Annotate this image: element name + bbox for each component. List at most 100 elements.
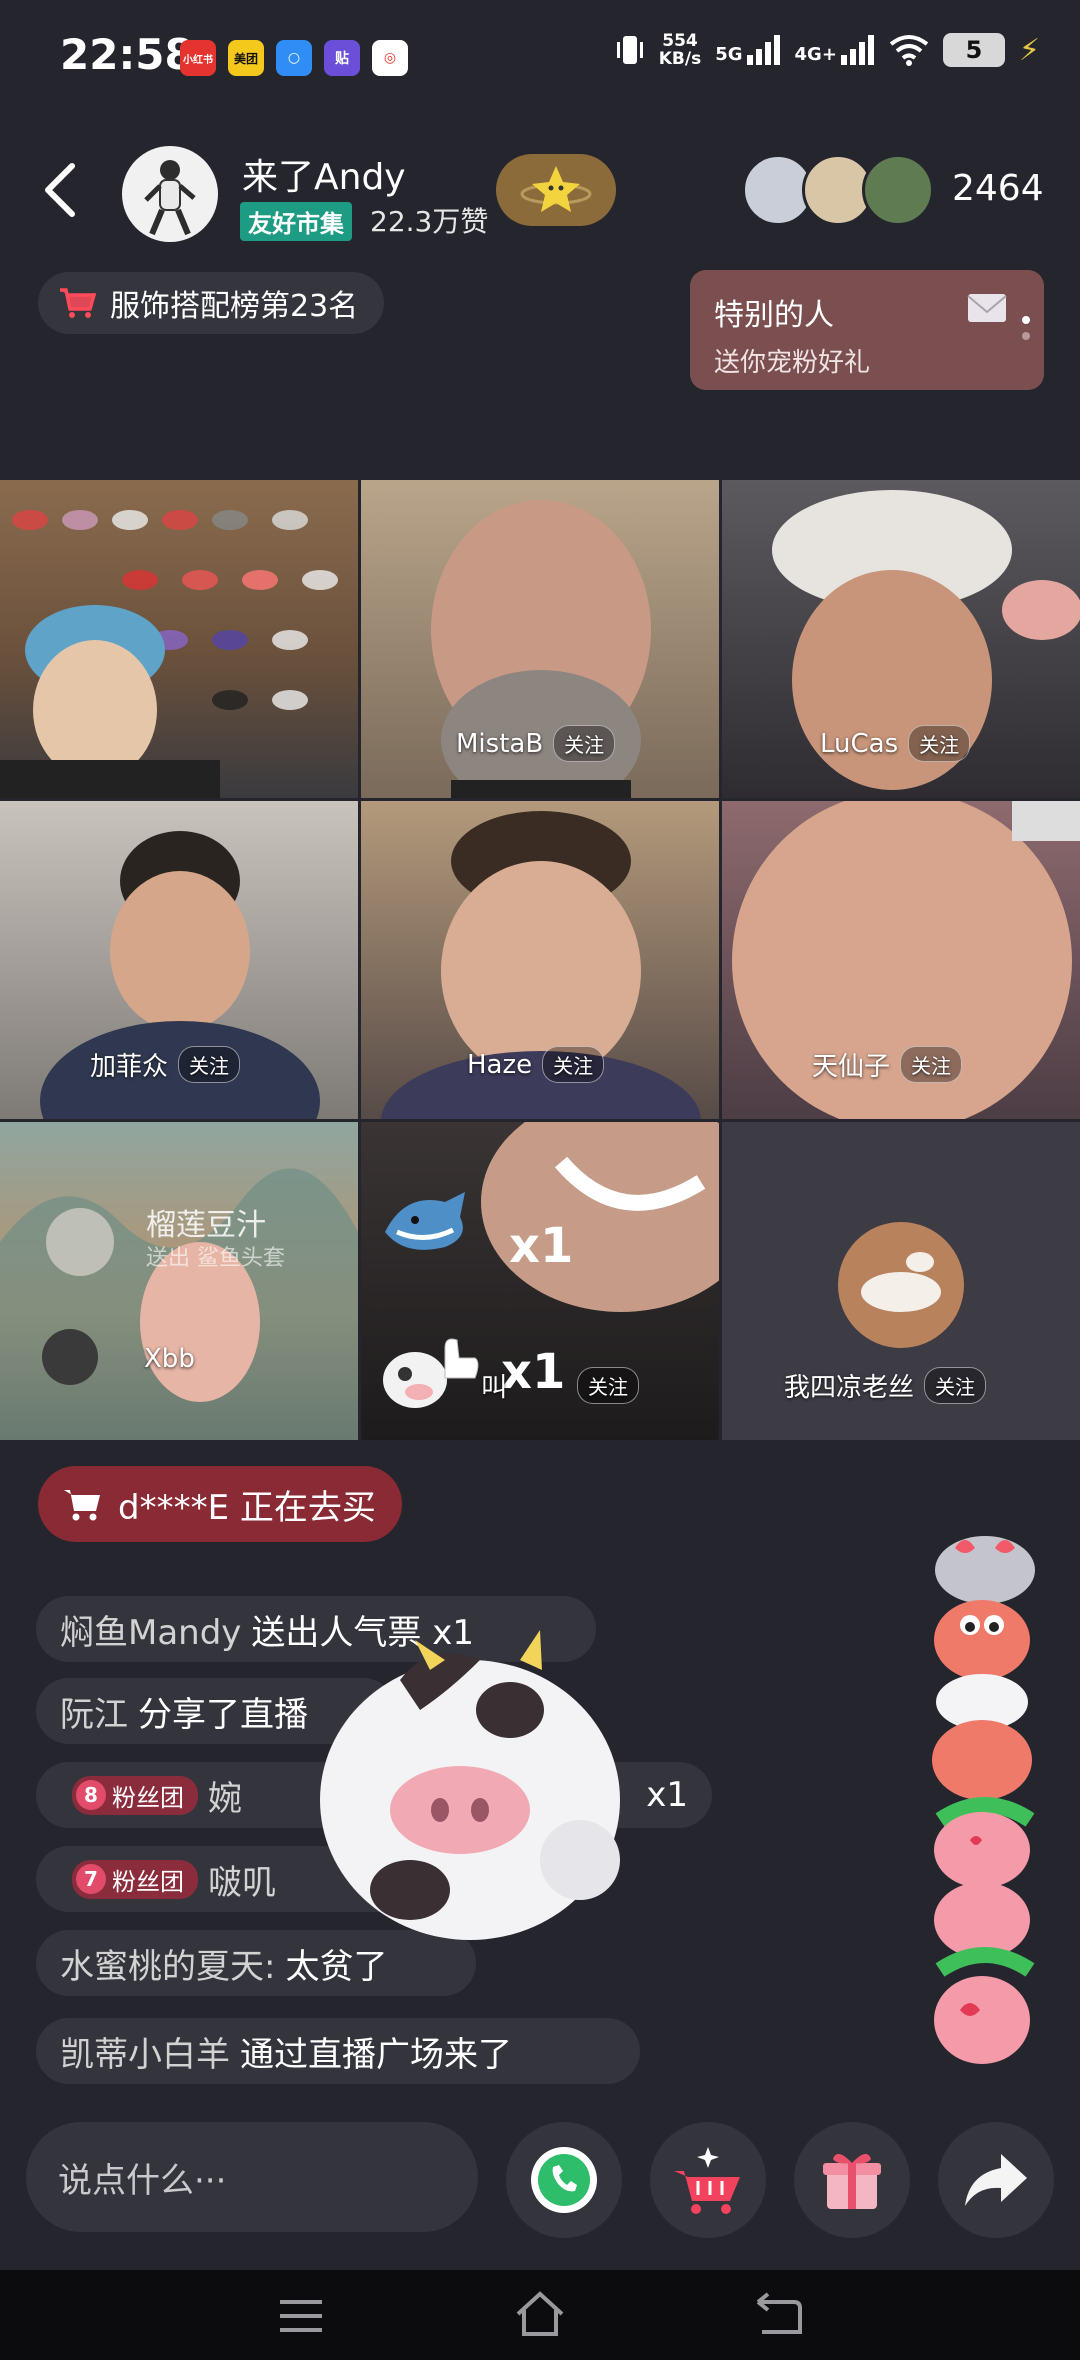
special-gift-card[interactable]: 特别的人 送你宠粉好礼 (690, 270, 1044, 390)
viewer-avatars[interactable] (742, 154, 942, 226)
gift-multiplier: x1 (509, 1218, 574, 1274)
system-navigation-bar (0, 2270, 1080, 2360)
chat-user: 焖鱼Mandy (60, 1612, 242, 1653)
guest-label: 加菲众 关注 (90, 1046, 241, 1083)
gift-box-icon (823, 2153, 881, 2209)
host-avatar[interactable] (122, 146, 218, 242)
follow-star-button[interactable] (496, 154, 616, 226)
home-icon[interactable] (512, 2290, 568, 2338)
fan-club-badge: 7 粉丝团 (72, 1859, 198, 1899)
chat-user: 凯蒂小白羊 (60, 2034, 230, 2075)
video-tile-tianxianzi[interactable]: 天仙子 关注 (722, 801, 1080, 1119)
follow-button[interactable]: 关注 (178, 1046, 241, 1083)
envelope-icon (967, 294, 1007, 322)
share-button[interactable] (938, 2122, 1054, 2238)
back-nav-icon[interactable] (754, 2292, 804, 2336)
special-card-subtitle: 送你宠粉好礼 (714, 348, 871, 378)
chat-suffix: x1 (646, 1775, 688, 1815)
video-tile-haze[interactable]: Haze 关注 (361, 801, 719, 1119)
cart-icon (60, 288, 96, 318)
buying-text: d****E 正在去买 (118, 1487, 376, 1528)
video-tile-jiafeizhong[interactable]: 加菲众 关注 (0, 801, 358, 1119)
chat-text: 通过直播广场来了 (240, 2034, 512, 2075)
shark-gift-icon (385, 1192, 465, 1250)
page-dot-active (1022, 316, 1030, 324)
signal-5g-icon: 5G (715, 35, 780, 65)
location-app-icon: ◎ (372, 40, 408, 76)
guest-name: Xbb (144, 1344, 195, 1374)
video-tile-lucas[interactable]: LuCas 关注 (722, 480, 1080, 798)
guest-name: Haze (467, 1049, 533, 1080)
phone-call-icon (531, 2147, 597, 2213)
guest-name: 天仙子 (812, 1052, 891, 1082)
shopping-cart-icon (64, 1490, 100, 1521)
follow-button[interactable]: 关注 (542, 1046, 605, 1083)
chat-user: 水蜜桃的夏天: (60, 1946, 276, 1987)
guest-name: 加菲众 (90, 1052, 169, 1082)
chat-user: 婉 (208, 1778, 242, 1819)
comment-input[interactable]: 说点什么··· (26, 2122, 478, 2232)
gift-overlay-text: 送出 鲨鱼头套 (146, 1246, 285, 1271)
gift-sender-name: 榴莲豆汁 (146, 1208, 266, 1243)
video-tile-jiao[interactable]: x1 x1 叫 关注 (361, 1122, 719, 1440)
call-link-button[interactable] (506, 2122, 622, 2238)
viewer-avatar[interactable] (862, 154, 934, 226)
guest-name: LuCas (820, 728, 899, 759)
video-tile-wosiliang[interactable]: 我四凉老丝 关注 (722, 1122, 1080, 1440)
menu-icon[interactable] (276, 2296, 326, 2336)
rank-badge[interactable]: 服饰搭配榜第23名 (38, 272, 385, 334)
guest-label: 我四凉老丝 关注 (784, 1367, 987, 1404)
chat-user: 啵叽 (208, 1862, 276, 1903)
fan-level: 8 (76, 1780, 106, 1810)
guest-label: 天仙子 关注 (812, 1046, 963, 1083)
buying-banner[interactable]: d****E 正在去买 (38, 1466, 402, 1542)
gift-button[interactable] (794, 2122, 910, 2238)
status-bar: 22:58 小红书 美团 ○ 贴 ◎ 554 KB/s 5G 4G+ 5 ⚡ (0, 0, 1080, 110)
fan-club-badge: 8 粉丝团 (72, 1775, 198, 1815)
status-indicators: 554 KB/s 5G 4G+ 5 ⚡ (615, 32, 1040, 68)
like-tower-animation (932, 1536, 1035, 2064)
signal-4g-icon: 4G+ (795, 35, 875, 65)
share-arrow-icon (965, 2154, 1027, 2206)
host-likes: 22.3万赞 (370, 205, 489, 238)
follow-button[interactable]: 关注 (908, 725, 971, 762)
cow-thumbs-up-icon (383, 1338, 479, 1408)
status-time: 22:58 (60, 30, 194, 79)
chat-user: 阮江 (60, 1694, 128, 1735)
rank-label: 服饰搭配榜第23名 (110, 289, 359, 324)
cow-gift-animation (320, 1630, 620, 1940)
app-circle-icon: ○ (276, 40, 312, 76)
guest-label: 叫 关注 (481, 1367, 640, 1404)
follow-button[interactable]: 关注 (900, 1046, 963, 1083)
shopping-cart-button[interactable] (650, 2122, 766, 2238)
guest-video-grid: MistaB 关注 LuCas 关注 加菲众 关注 Haze 关注 天仙子 关注… (0, 480, 1080, 1440)
meituan-icon: 美团 (228, 40, 264, 76)
guest-label: LuCas 关注 (820, 725, 971, 762)
follow-button[interactable]: 关注 (924, 1367, 987, 1404)
viewer-count[interactable]: 2464 (952, 168, 1044, 209)
notification-app-icons: 小红书 美团 ○ 贴 ◎ (180, 40, 408, 76)
follow-button[interactable]: 关注 (553, 725, 616, 762)
video-tile-xbb[interactable]: 榴莲豆汁 送出 鲨鱼头套 Xbb (0, 1122, 358, 1440)
gift-sender-avatar (46, 1208, 114, 1276)
tieba-icon: 贴 (324, 40, 360, 76)
charging-icon: ⚡ (1018, 32, 1040, 68)
guest-avatar (838, 1222, 964, 1348)
host-name: 来了Andy (242, 157, 406, 198)
xiaohongshu-icon: 小红书 (180, 40, 216, 76)
guest-name: MistaB (456, 728, 544, 759)
back-button[interactable] (36, 160, 86, 220)
chat-message[interactable]: 凯蒂小白羊 通过直播广场来了 (36, 2018, 640, 2084)
cart-sparkle-icon (674, 2147, 740, 2214)
follow-button[interactable]: 关注 (577, 1367, 640, 1404)
vibrate-icon (616, 36, 643, 64)
video-tile-host[interactable] (0, 480, 358, 798)
guest-label: Xbb (144, 1344, 195, 1374)
page-dot (1022, 332, 1030, 340)
chevron-left-icon (45, 163, 75, 217)
video-tile-mistab[interactable]: MistaB 关注 (361, 480, 719, 798)
host-tag[interactable]: 友好市集 (240, 202, 352, 241)
fan-level: 7 (76, 1864, 106, 1894)
star-planet-icon (520, 166, 592, 212)
guest-name: 我四凉老丝 (784, 1373, 915, 1403)
